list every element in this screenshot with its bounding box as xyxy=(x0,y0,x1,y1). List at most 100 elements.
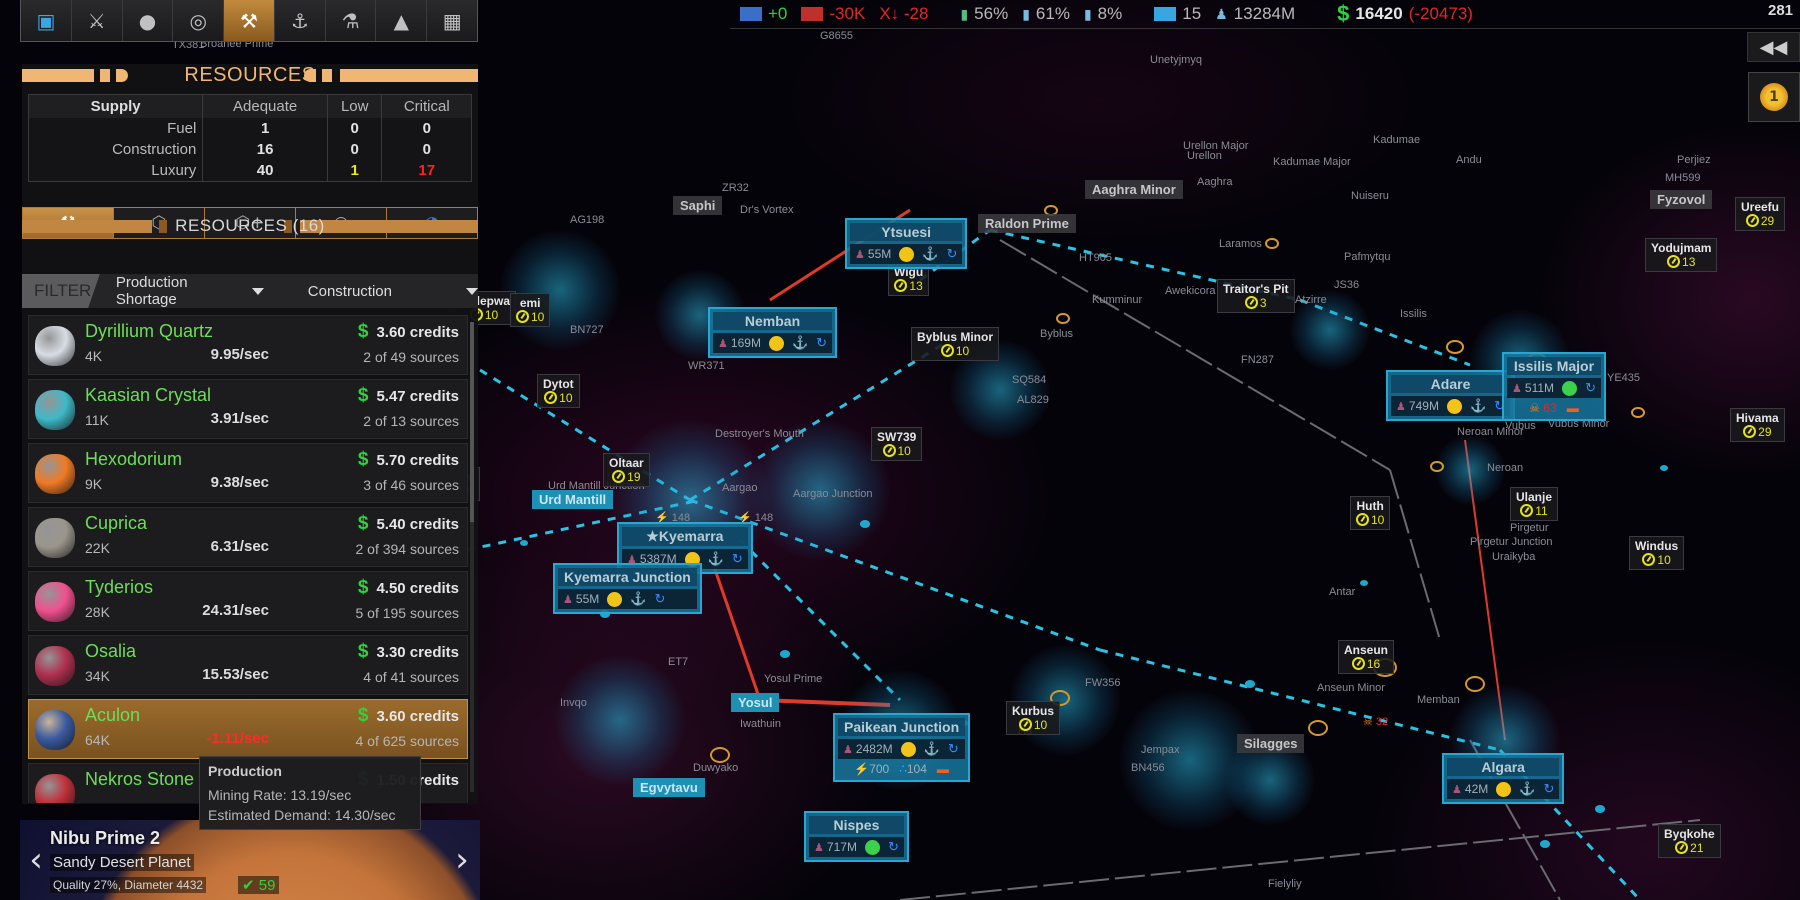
system-label[interactable]: Yosul Prime xyxy=(764,673,822,685)
system-label[interactable]: Pirgetur xyxy=(1510,522,1549,534)
system-label[interactable]: Jempax xyxy=(1141,744,1180,756)
outpost-marker[interactable]: Windus 10 xyxy=(1629,536,1685,570)
system-label[interactable]: Uraikyba xyxy=(1492,551,1535,563)
system-label[interactable]: AG198 xyxy=(570,214,604,226)
system-label[interactable]: Dr's Vortex xyxy=(740,204,793,216)
system-label[interactable]: Byblus xyxy=(1040,328,1073,340)
system-label[interactable]: Iwathuin xyxy=(740,718,781,730)
colony-panel[interactable]: Paikean Junction ♟ 2482M ⚓ ↻ ⚡700 ∴104 ▬ xyxy=(833,713,971,782)
system-label[interactable]: Fielyliy xyxy=(1268,878,1302,890)
colony-panel[interactable]: Ytsuesi ♟ 55M ⚓ ↻ xyxy=(845,218,968,269)
system-label[interactable]: Atzirre xyxy=(1295,294,1327,306)
outpost-marker[interactable]: Traitor's Pit 3 xyxy=(1217,279,1295,313)
tab-fleets[interactable]: ▲ xyxy=(376,0,428,41)
colony-panel[interactable]: Kyemarra Junction ♟ 55M ⚓ ↻ xyxy=(553,563,702,614)
system-label[interactable]: Neroan xyxy=(1487,462,1523,474)
filter-type-dropdown[interactable]: Production Shortage xyxy=(116,274,264,308)
system-label[interactable]: Kadumae Major xyxy=(1273,156,1351,168)
tab-research[interactable]: ⚗ xyxy=(325,0,377,41)
system-label[interactable]: FW356 xyxy=(1085,677,1120,689)
system-label[interactable]: BN456 xyxy=(1131,762,1165,774)
system-label[interactable]: YE435 xyxy=(1607,372,1640,384)
owned-system-tag[interactable]: Urd Mantill xyxy=(532,490,614,509)
tab-expansion[interactable]: ◎ xyxy=(173,0,225,41)
system-label[interactable]: WR371 xyxy=(688,360,725,372)
selected-planet-card[interactable]: ‹ Nibu Prime 2 Sandy Desert Planet Quali… xyxy=(20,820,480,900)
system-tag[interactable]: Aaghra Minor xyxy=(1085,180,1183,199)
system-label[interactable]: Laramos xyxy=(1219,238,1262,250)
system-label[interactable]: SQ584 xyxy=(1012,374,1046,386)
system-label[interactable]: Vubus xyxy=(1505,420,1536,432)
system-label[interactable]: ZR32 xyxy=(722,182,749,194)
system-label[interactable]: Invqo xyxy=(560,697,587,709)
outpost-marker[interactable]: SW739 10 xyxy=(871,427,923,461)
system-tag[interactable]: Fyzovol xyxy=(1650,190,1713,209)
outpost-marker[interactable]: Byqkohe 21 xyxy=(1658,824,1721,858)
outpost-marker[interactable]: Huth 10 xyxy=(1350,496,1391,530)
outpost-marker[interactable]: emi 10 xyxy=(510,293,551,327)
system-label[interactable]: Anseun Minor xyxy=(1317,682,1385,694)
outpost-marker[interactable]: Oltaar 19 xyxy=(603,453,650,487)
system-label[interactable]: HT905 xyxy=(1079,252,1112,264)
system-label[interactable]: BN727 xyxy=(570,324,604,336)
colony-panel[interactable]: Adare ♟ 749M ⚓ ↻ xyxy=(1386,370,1516,421)
outpost-marker[interactable]: Kurbus 10 xyxy=(1006,701,1060,735)
system-label[interactable]: JS36 xyxy=(1334,279,1359,291)
colony-panel[interactable]: Algara ♟ 42M ⚓ ↻ xyxy=(1442,753,1565,804)
next-planet-button[interactable]: › xyxy=(450,840,474,880)
outpost-marker[interactable]: Yodujmam 13 xyxy=(1645,238,1718,272)
owned-system-tag[interactable]: Yosul xyxy=(731,693,780,712)
tab-resources[interactable]: ⚒ xyxy=(224,0,275,41)
colony-panel[interactable]: Nispes ♟ 717M ↻ xyxy=(804,811,909,862)
tab-galaxy[interactable]: ▦ xyxy=(427,0,478,41)
system-tag[interactable]: Raldon Prime xyxy=(978,214,1076,233)
outpost-marker[interactable]: Ulanje 11 xyxy=(1510,487,1559,521)
system-label[interactable]: Destroyer's Mouth xyxy=(715,428,804,440)
system-tag[interactable]: Saphi xyxy=(673,196,723,215)
previous-planet-button[interactable]: ‹ xyxy=(24,840,48,880)
system-label[interactable]: Antar xyxy=(1329,586,1355,598)
system-label[interactable]: Aargao xyxy=(722,482,757,494)
system-label[interactable]: Awekicora xyxy=(1165,285,1216,297)
tab-colonies[interactable]: ● xyxy=(122,0,174,41)
system-label[interactable]: Andu xyxy=(1456,154,1482,166)
system-label[interactable]: ET7 xyxy=(668,656,688,668)
system-label[interactable]: Pirgetur Junction xyxy=(1470,536,1553,548)
tab-diplomacy[interactable]: ⚔ xyxy=(71,0,123,41)
system-label[interactable]: Memban xyxy=(1417,694,1460,706)
outpost-marker[interactable]: Ureefu 29 xyxy=(1735,197,1786,231)
owned-system-tag[interactable]: Egvytavu xyxy=(633,778,705,797)
system-label[interactable]: Duwyako xyxy=(693,762,738,774)
resource-row[interactable]: Cuprica 22K 6.31/sec $5.40 credits 2 of 394 … xyxy=(28,507,468,567)
system-label[interactable]: Nuiseru xyxy=(1351,190,1389,202)
system-label[interactable]: Urellon xyxy=(1187,150,1222,162)
scrollbar-thumb[interactable] xyxy=(470,322,474,522)
system-label[interactable]: MH599 xyxy=(1665,172,1700,184)
system-label[interactable]: G8655 xyxy=(820,30,853,42)
system-label[interactable]: Pafmytqu xyxy=(1344,251,1390,263)
resource-row[interactable]: Kaasian Crystal 11K 3.91/sec $5.47 credits 2… xyxy=(28,379,468,439)
collapse-panel-button[interactable]: ◀◀ xyxy=(1747,32,1800,62)
outpost-marker[interactable]: Hivama 29 xyxy=(1730,408,1785,442)
system-label[interactable]: Aaghra xyxy=(1197,176,1232,188)
system-tag[interactable]: Silagges xyxy=(1237,734,1305,753)
system-label[interactable]: AL829 xyxy=(1017,394,1049,406)
achievements-button[interactable]: 1 xyxy=(1748,72,1800,122)
tab-empire[interactable]: ▣ xyxy=(21,0,72,41)
resource-row[interactable]: Aculon 64K -1.11/sec $3.60 credits 4 of 625 … xyxy=(28,699,468,759)
system-label[interactable]: Aargao Junction xyxy=(793,488,873,500)
filter-category-dropdown[interactable]: Construction xyxy=(308,283,478,300)
system-label[interactable]: Issilis xyxy=(1400,308,1427,320)
outpost-marker[interactable]: Anseun 16 xyxy=(1338,640,1395,674)
resource-row[interactable]: Dyrillium Quartz 4K 9.95/sec $3.60 credits 2… xyxy=(28,315,468,375)
system-label[interactable]: Unetyjmyq xyxy=(1150,54,1202,66)
system-label[interactable]: Kumminur xyxy=(1092,294,1142,306)
tab-construction[interactable]: ⚓ xyxy=(274,0,326,41)
colony-panel[interactable]: Nemban ♟ 169M ⚓ ↻ xyxy=(708,307,838,358)
resource-list-scrollbar[interactable] xyxy=(470,322,474,792)
colony-panel[interactable]: Issilis Major ♟ 511M ↻ ☠ 63 ▬ xyxy=(1502,352,1606,421)
outpost-marker[interactable]: Byblus Minor 10 xyxy=(911,327,1000,361)
system-label[interactable]: Perjiez xyxy=(1677,154,1711,166)
resource-row[interactable]: Tyderios 28K 24.31/sec $4.50 credits 5 of 19… xyxy=(28,571,468,631)
resource-row[interactable]: Hexodorium 9K 9.38/sec $5.70 credits 3 of 46… xyxy=(28,443,468,503)
